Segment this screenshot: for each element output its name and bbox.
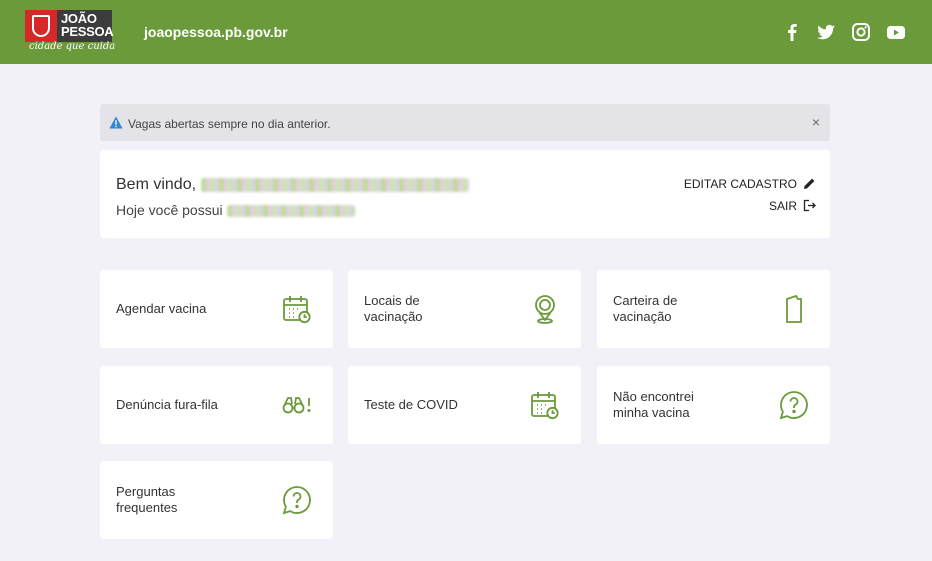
twitter-icon[interactable]: [816, 22, 836, 42]
card-label: Perguntas frequentes: [116, 484, 178, 515]
logout-icon: [803, 199, 816, 212]
card-label: Não encontrei minha vacina: [613, 389, 694, 420]
card-perguntas-frequentes[interactable]: Perguntas frequentes: [100, 461, 333, 539]
location-pin-icon: [529, 293, 561, 325]
pencil-icon: [804, 178, 815, 189]
card-label: Denúncia fura-fila: [116, 397, 218, 412]
welcome-panel: Bem vindo, Hoje você possui EDITAR CADAS…: [100, 150, 830, 238]
card-locais-vacinacao[interactable]: Locais de vacinação: [348, 270, 581, 348]
youtube-icon[interactable]: [886, 22, 906, 42]
top-header: JOÃO PESSOA cidade que cuida joaopessoa.…: [0, 0, 932, 64]
card-label: Carteira de vacinação: [613, 293, 678, 324]
edit-profile-link[interactable]: EDITAR CADASTRO: [684, 177, 816, 191]
crest-icon: [25, 10, 57, 42]
vaccination-card-icon: [778, 293, 810, 325]
blurred-user-info: [226, 205, 355, 218]
calendar-clock-icon: [529, 389, 561, 421]
logo-tagline: cidade que cuida: [29, 41, 116, 52]
card-denuncia-fura-fila[interactable]: Denúncia fura-fila: [100, 366, 333, 444]
card-nao-encontrei-vacina[interactable]: Não encontrei minha vacina: [597, 366, 830, 444]
binoculars-icon: [281, 389, 313, 421]
logout-link[interactable]: SAIR: [769, 199, 816, 213]
card-teste-covid[interactable]: Teste de COVID: [348, 366, 581, 444]
card-label: Teste de COVID: [364, 397, 458, 412]
info-alert: Vagas abertas sempre no dia anterior. ×: [100, 104, 830, 141]
city-logo[interactable]: JOÃO PESSOA cidade que cuida: [25, 10, 116, 54]
alert-message: Vagas abertas sempre no dia anterior.: [128, 117, 331, 131]
card-label: Locais de vacinação: [364, 293, 423, 324]
instagram-icon[interactable]: [851, 22, 871, 42]
site-url-link[interactable]: joaopessoa.pb.gov.br: [144, 24, 288, 40]
blurred-user-name: [200, 177, 469, 192]
question-bubble-icon: [281, 484, 313, 516]
question-bubble-icon: [778, 389, 810, 421]
close-icon[interactable]: ×: [812, 114, 820, 130]
warning-icon: [109, 116, 123, 129]
logo-line2: PESSOA: [61, 24, 114, 39]
logo-plate: JOÃO PESSOA: [25, 10, 114, 42]
welcome-subtext: Hoje você possui: [116, 202, 223, 218]
welcome-subtext-row: Hoje você possui: [116, 202, 355, 218]
card-label: Agendar vacina: [116, 301, 207, 316]
welcome-greeting-row: Bem vindo,: [116, 176, 469, 194]
welcome-greeting: Bem vindo,: [116, 176, 197, 193]
card-carteira-vacinacao[interactable]: Carteira de vacinação: [597, 270, 830, 348]
edit-profile-label: EDITAR CADASTRO: [683, 177, 797, 191]
card-agendar-vacina[interactable]: Agendar vacina: [100, 270, 333, 348]
logout-label: SAIR: [768, 199, 797, 213]
calendar-clock-icon: [281, 293, 313, 325]
facebook-icon[interactable]: [782, 22, 802, 42]
